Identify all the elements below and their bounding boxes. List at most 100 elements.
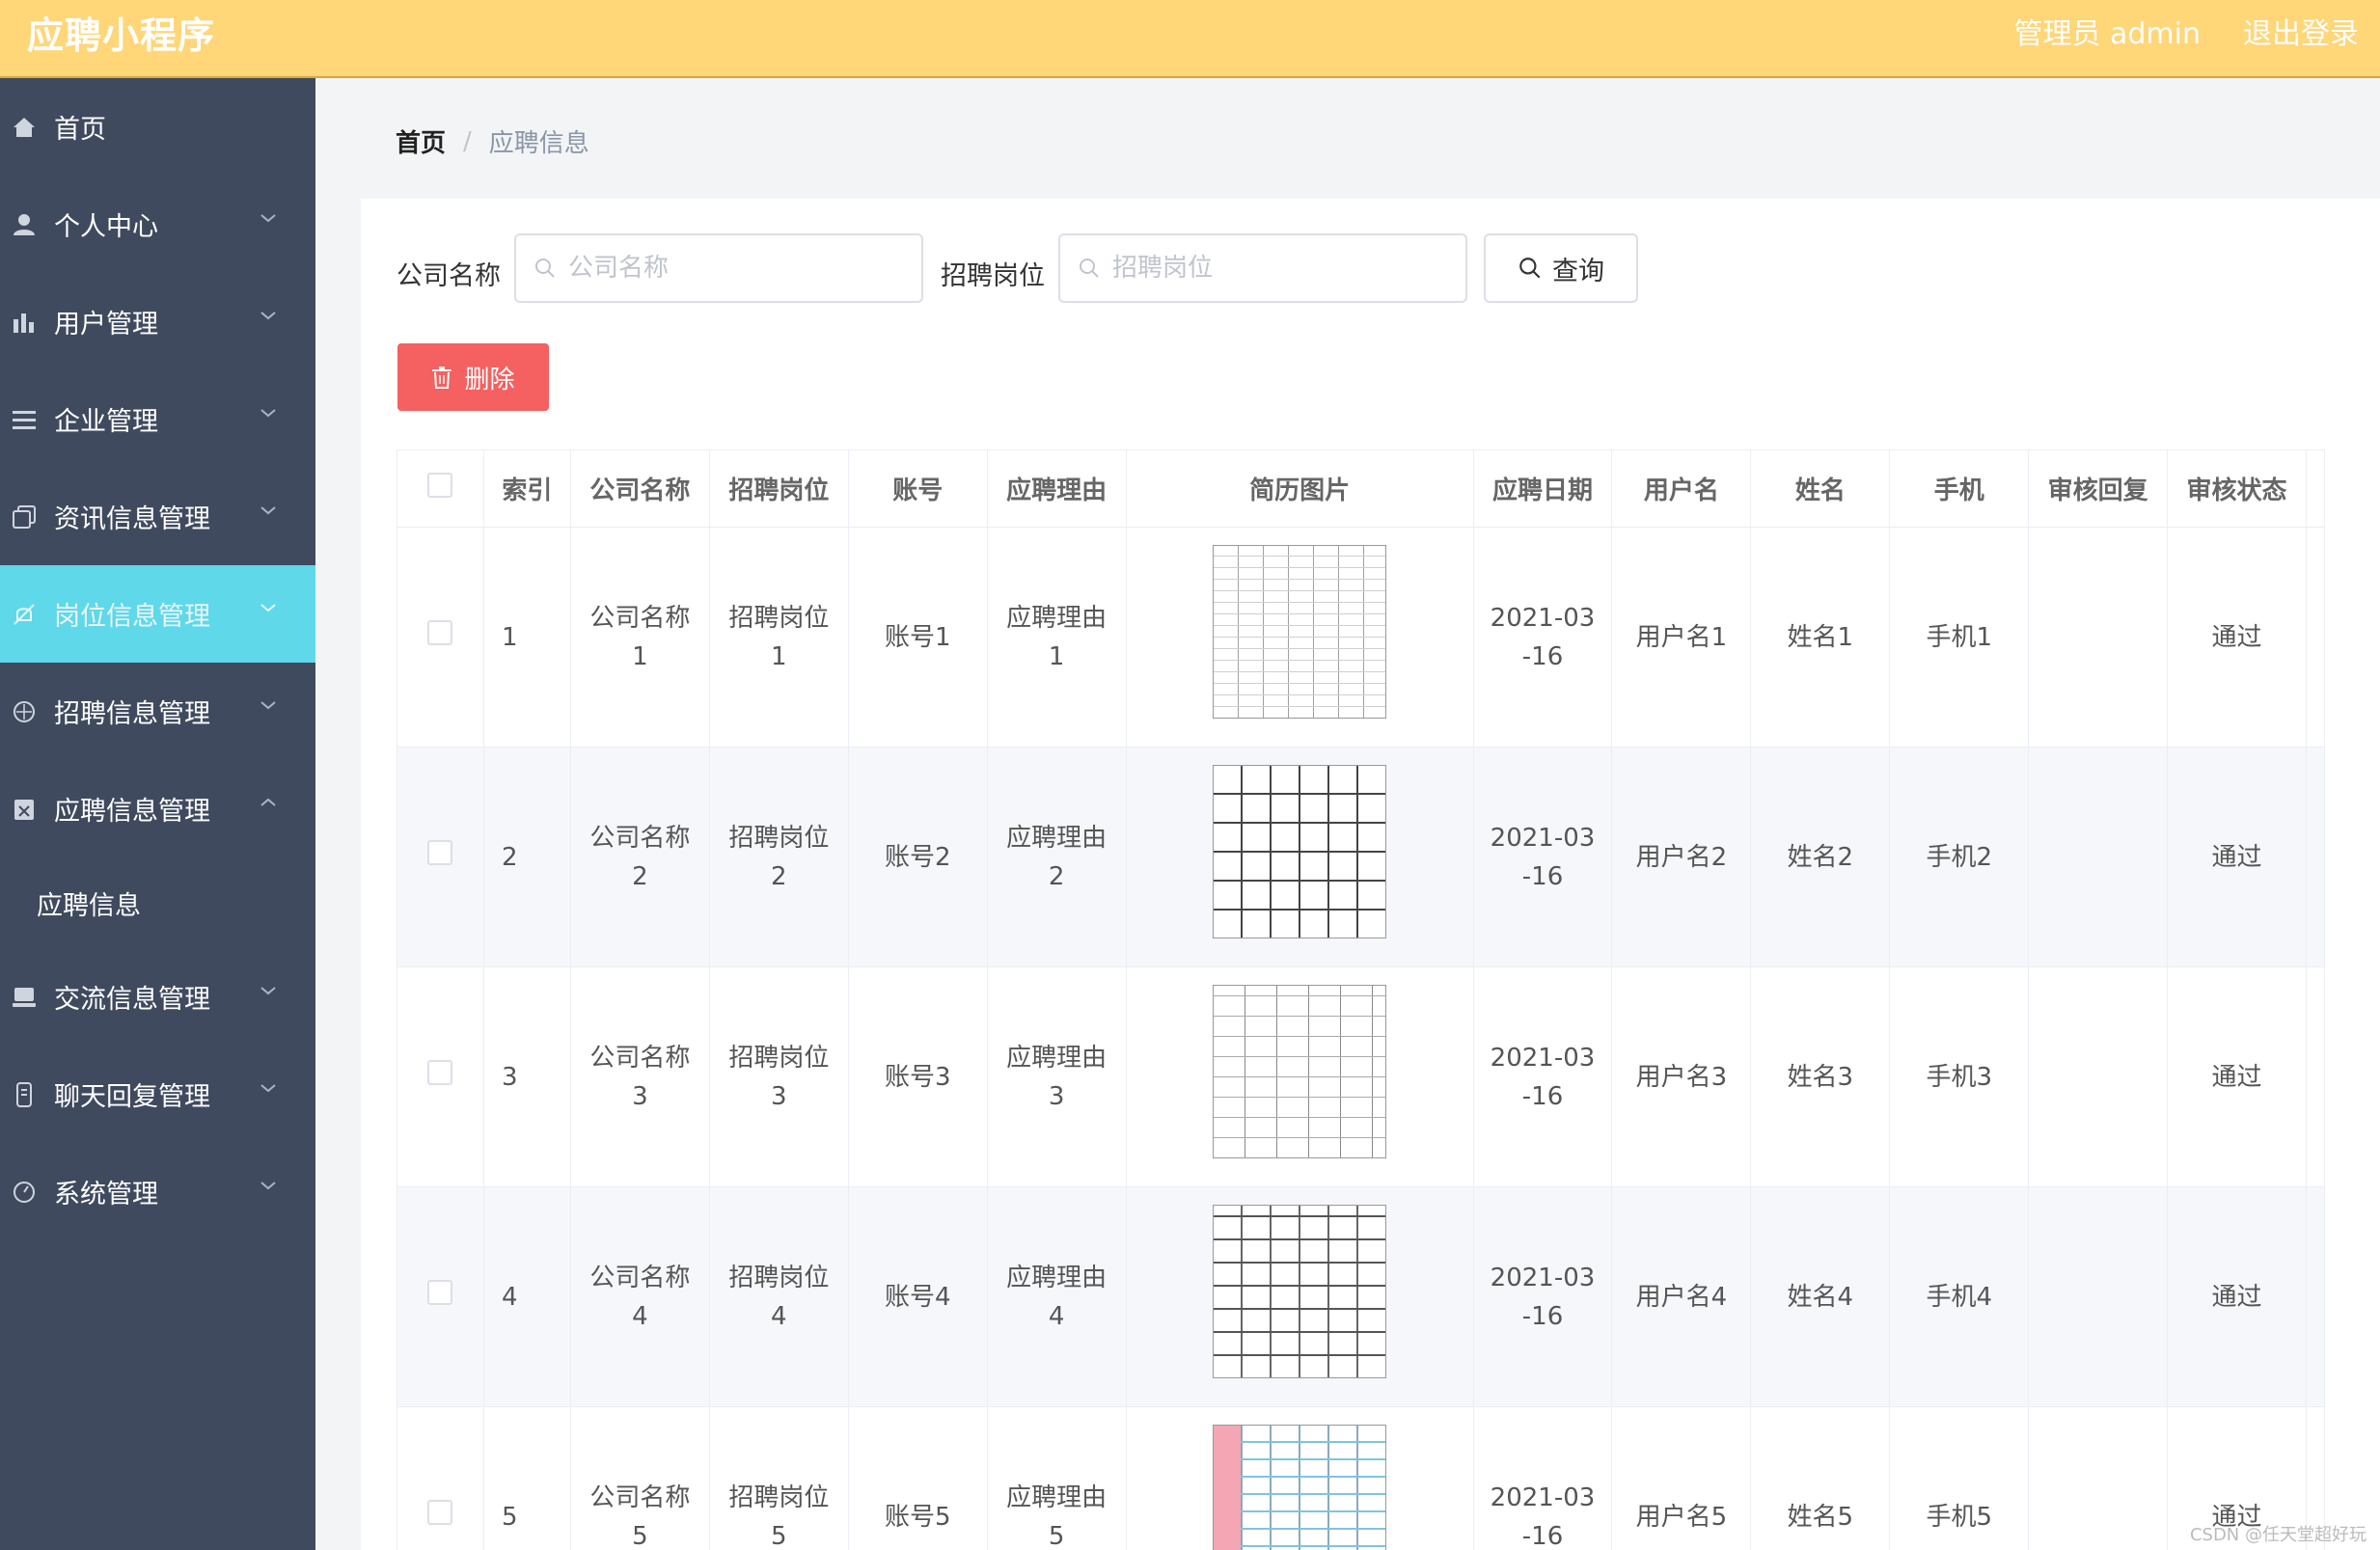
row-checkbox[interactable] <box>427 619 453 645</box>
row-checkbox[interactable] <box>427 839 453 865</box>
delete-button-label: 删除 <box>464 365 515 394</box>
logout-button[interactable]: 退出登录 <box>2243 10 2359 52</box>
sidebar-item-label: 用户管理 <box>54 310 158 340</box>
cell-company: 公司名称3 <box>570 966 710 1187</box>
sidebar-item-enterprise-management[interactable]: 企业管理 <box>0 370 315 468</box>
chevron-down-icon <box>260 987 276 995</box>
cell-name: 姓名3 <box>1750 966 1891 1187</box>
cell-position-text: 招聘岗位2 <box>728 823 830 891</box>
sidebar-item-label: 交流信息管理 <box>54 985 210 1015</box>
table-row: 3 公司名称3 招聘岗位3 账号3 应聘理由3 2021-03-16 用户名3 … <box>397 966 2326 1187</box>
breadcrumb-home[interactable]: 首页 <box>396 123 446 159</box>
cell-position: 招聘岗位1 <box>709 527 849 748</box>
cell-company-text: 公司名称3 <box>589 1043 691 1111</box>
cell-username: 用户名5 <box>1611 1406 1752 1550</box>
cell-reply <box>2028 747 2169 967</box>
table-row: 2 公司名称2 招聘岗位2 账号2 应聘理由2 2021-03-16 用户名2 … <box>397 747 2326 967</box>
cell-position: 招聘岗位2 <box>709 747 849 967</box>
cell-date-text: 2021-03-16 <box>1490 1043 1596 1111</box>
cell-resume <box>1126 747 1474 967</box>
cell-date-text: 2021-03-16 <box>1490 823 1596 891</box>
cell-date-text: 2021-03-16 <box>1490 603 1596 671</box>
cell-phone: 手机3 <box>1889 966 2030 1187</box>
cell-resume <box>1126 966 1474 1187</box>
cell-company: 公司名称1 <box>570 527 710 748</box>
chevron-down-icon <box>260 1182 276 1190</box>
sidebar-item-label: 首页 <box>54 115 106 145</box>
sidebar-item-user-management[interactable]: 用户管理 <box>0 273 315 370</box>
cell-company: 公司名称4 <box>570 1186 710 1407</box>
sidebar-item-communication-management[interactable]: 交流信息管理 <box>0 948 315 1046</box>
monitor-icon <box>12 985 37 1010</box>
sidebar-item-news-management[interactable]: 资讯信息管理 <box>0 468 315 565</box>
chevron-down-icon <box>260 409 276 418</box>
column-header: 应聘日期 <box>1473 449 1613 528</box>
cell-position: 招聘岗位4 <box>709 1186 849 1407</box>
search-icon <box>535 258 555 278</box>
chevron-down-icon <box>260 604 276 612</box>
table-row: 1 公司名称1 招聘岗位1 账号1 应聘理由1 2021-03-16 用户名1 … <box>397 527 2326 748</box>
query-button-label: 查询 <box>1552 256 1604 286</box>
cell-reason-text: 应聘理由2 <box>1006 823 1108 891</box>
column-header: 审核状态 <box>2167 449 2307 528</box>
chevron-down-icon <box>260 701 276 710</box>
sidebar-item-system-management[interactable]: 系统管理 <box>0 1143 315 1240</box>
position-search-input[interactable] <box>1112 254 1431 283</box>
row-checkbox[interactable] <box>427 1279 453 1305</box>
cell-company-text: 公司名称2 <box>589 823 691 891</box>
row-select-cell <box>397 747 484 967</box>
cell-reason-text: 应聘理由3 <box>1006 1043 1108 1111</box>
sidebar-item-label: 岗位信息管理 <box>54 602 210 632</box>
sidebar-item-application-management[interactable]: 应聘信息管理 <box>0 760 315 857</box>
company-search-field[interactable] <box>514 233 923 303</box>
admin-user-label[interactable]: 管理员 admin <box>2013 10 2201 52</box>
sidebar-item-label: 聊天回复管理 <box>54 1082 210 1112</box>
select-all-checkbox[interactable] <box>427 473 453 498</box>
row-checkbox[interactable] <box>427 1499 453 1525</box>
resume-thumbnail[interactable] <box>1213 764 1387 938</box>
row-select-cell <box>397 1406 484 1550</box>
sidebar-item-chat-reply-management[interactable]: 聊天回复管理 <box>0 1046 315 1143</box>
sidebar-item-position-management[interactable]: 岗位信息管理 <box>0 565 315 663</box>
cell-date-text: 2021-03-16 <box>1490 1263 1596 1331</box>
delete-button[interactable]: 删除 <box>397 343 549 411</box>
table-header-row: 索引 公司名称 招聘岗位 账号 应聘理由 简历图片 应聘日期 用户名 姓名 手机… <box>397 449 2326 528</box>
cell-username: 用户名1 <box>1611 527 1752 748</box>
cell-username: 用户名4 <box>1611 1186 1752 1407</box>
row-select-cell <box>397 1186 484 1407</box>
company-filter-label: 公司名称 <box>397 261 501 291</box>
cell-reply <box>2028 1186 2169 1407</box>
position-search-field[interactable] <box>1058 233 1467 303</box>
resume-thumbnail[interactable] <box>1213 984 1387 1158</box>
cell-date: 2021-03-16 <box>1473 1406 1613 1550</box>
resume-thumbnail[interactable] <box>1213 1204 1387 1378</box>
cell-date-text: 2021-03-16 <box>1490 1482 1596 1550</box>
search-icon <box>1080 258 1099 278</box>
sidebar-subitem-application-info[interactable]: 应聘信息 <box>0 857 315 948</box>
chevron-down-icon <box>260 214 276 223</box>
cell-company-text: 公司名称1 <box>589 603 691 671</box>
cell-reason-text: 应聘理由5 <box>1006 1482 1108 1550</box>
sidebar-item-personal-center[interactable]: 个人中心 <box>0 176 315 273</box>
cell-position-text: 招聘岗位1 <box>728 603 830 671</box>
cell-index: 4 <box>483 1186 571 1407</box>
cell-account: 账号2 <box>848 747 988 967</box>
row-select-cell <box>397 966 484 1187</box>
sidebar-item-label: 资讯信息管理 <box>54 504 210 534</box>
query-button[interactable]: 查询 <box>1484 233 1638 303</box>
cell-reply <box>2028 966 2169 1187</box>
cell-index: 3 <box>483 966 571 1187</box>
sidebar-item-recruitment-management[interactable]: 招聘信息管理 <box>0 663 315 760</box>
sidebar-item-home[interactable]: 首页 <box>0 78 315 176</box>
cell-name: 姓名4 <box>1750 1186 1891 1407</box>
row-checkbox[interactable] <box>427 1059 453 1085</box>
cell-reason: 应聘理由4 <box>987 1186 1127 1407</box>
resume-thumbnail[interactable] <box>1213 544 1387 719</box>
cell-phone: 手机4 <box>1889 1186 2030 1407</box>
scroll-gutter <box>2306 747 2326 967</box>
resume-thumbnail[interactable] <box>1213 1424 1387 1550</box>
column-header: 招聘岗位 <box>709 449 849 528</box>
trash-icon <box>432 367 452 389</box>
cell-reason: 应聘理由3 <box>987 966 1127 1187</box>
company-search-input[interactable] <box>568 254 887 283</box>
